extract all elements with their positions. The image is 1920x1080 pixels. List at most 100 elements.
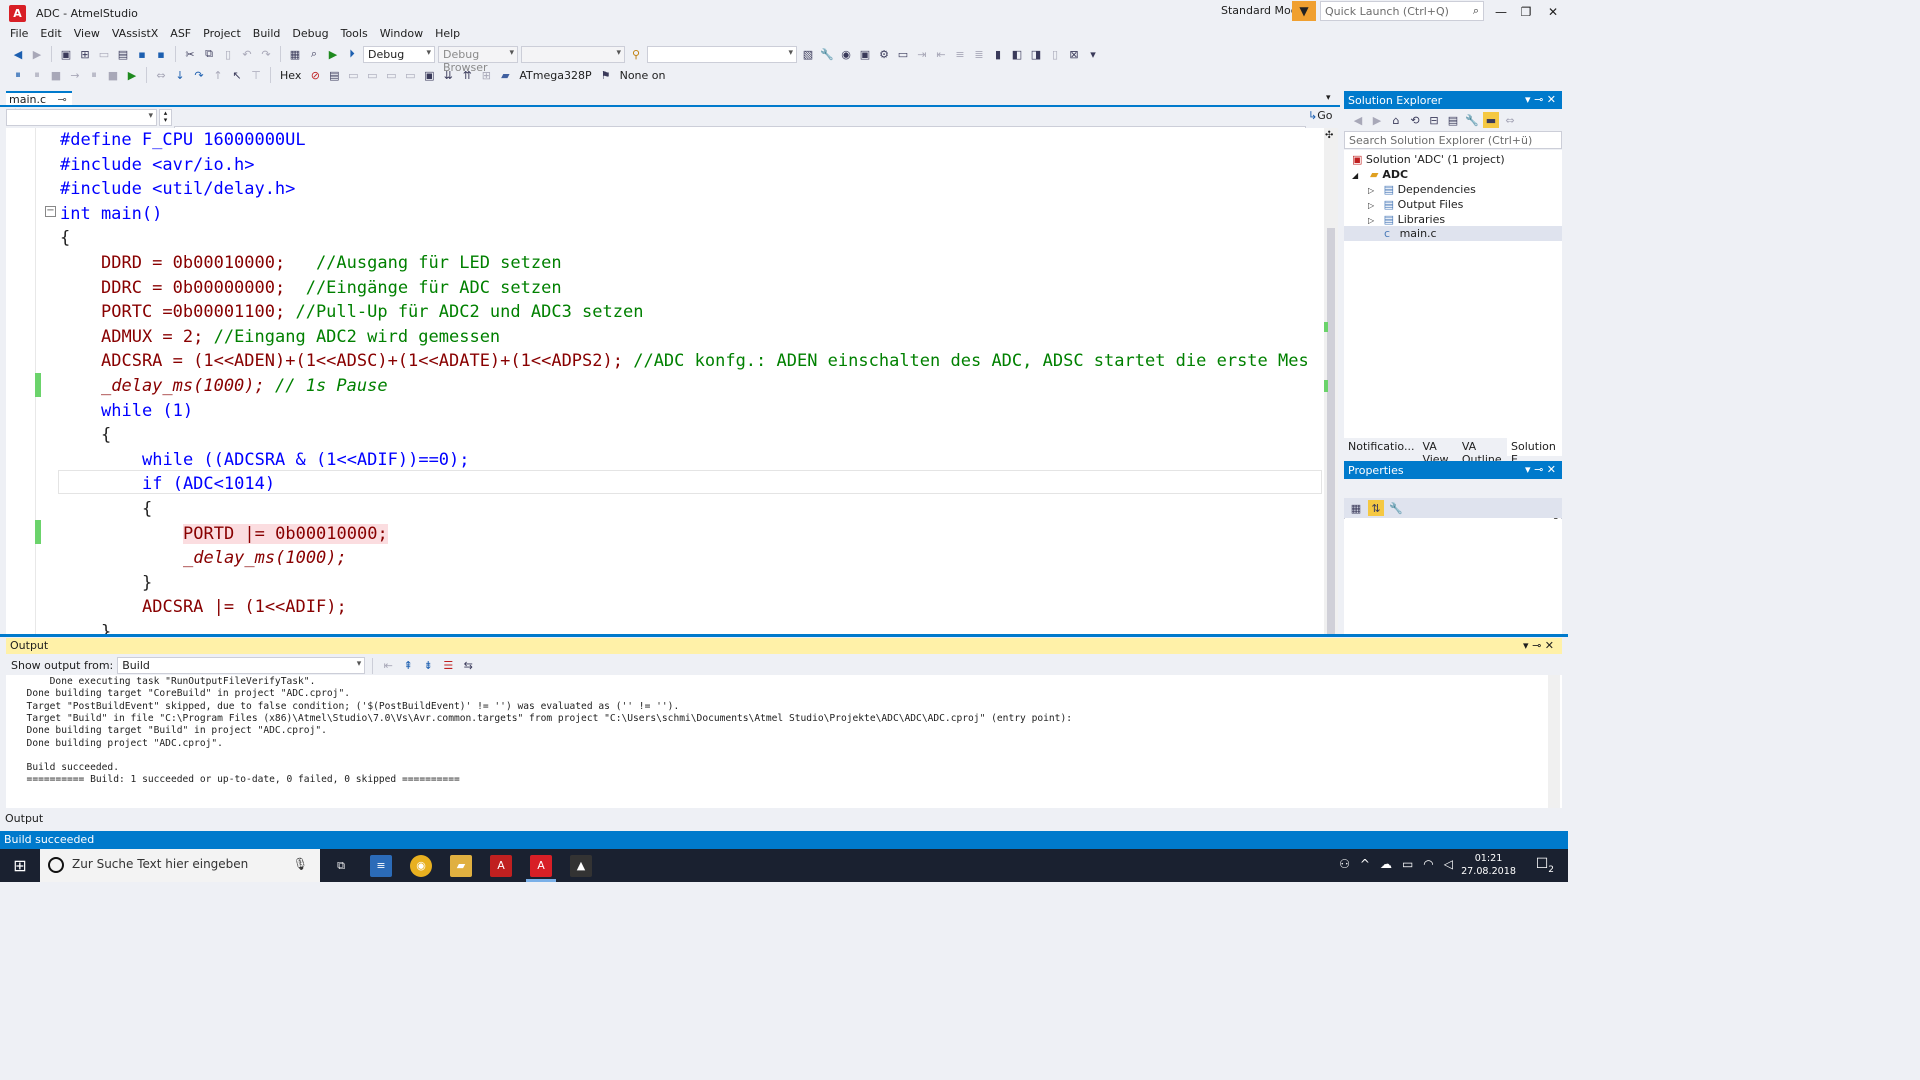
split-icon[interactable]: ✣ (1325, 130, 1333, 141)
filter-icon[interactable]: ▼ (1292, 1, 1316, 21)
debug-browser-select[interactable]: Debug Browser (438, 45, 518, 74)
windows-start-icon[interactable]: ⊞ (0, 849, 40, 882)
start-debugging-icon[interactable]: ▶ (325, 46, 341, 62)
breakpoints-icon[interactable]: ⊘ (307, 67, 323, 83)
tray-chevron-icon[interactable]: ^ (1360, 857, 1370, 871)
memory-icon[interactable]: ▣ (857, 46, 873, 62)
collapsed-icon[interactable]: ▷ (1368, 186, 1374, 195)
collapsed-icon[interactable]: ▷ (1368, 201, 1374, 210)
notification-icon[interactable]: ☐2 (1536, 856, 1554, 875)
atmel-studio-taskbar-icon[interactable]: A (530, 855, 552, 877)
menu-vassistx[interactable]: VAssistX (106, 26, 164, 44)
indent-icon[interactable]: ⇥ (914, 46, 930, 62)
preview-icon[interactable]: ▬ (1483, 112, 1499, 128)
close-button[interactable]: ✕ (1539, 3, 1567, 21)
device-programming-icon[interactable]: ◉ (838, 46, 854, 62)
comment-icon[interactable]: ≡ (952, 46, 968, 62)
tree-project[interactable]: ◢ ▰ ADC (1352, 167, 1408, 182)
configuration-select[interactable]: Debug (363, 45, 435, 63)
start-without-debugging-icon[interactable]: ⏵ (344, 46, 360, 62)
view-code-icon[interactable]: ⇔ (1502, 112, 1518, 128)
next-bookmark-icon[interactable]: ◨ (1028, 46, 1044, 62)
tool-label[interactable]: None on (617, 69, 669, 82)
expand-icon[interactable]: ◢ (1352, 171, 1358, 180)
upload-icon[interactable]: ⇈ (459, 67, 475, 83)
alphabetical-icon[interactable]: ⇅ (1368, 500, 1384, 516)
find-message-icon[interactable]: ⇤ (380, 658, 396, 674)
copy-icon[interactable]: ⧉ (201, 46, 217, 62)
panel-controls[interactable]: ▾ ⊸ ✕ (1523, 639, 1554, 652)
menu-tools[interactable]: Tools (335, 26, 374, 44)
clock[interactable]: 01:21 27.08.2018 (1461, 852, 1516, 878)
open-file-icon[interactable]: ▤ (115, 46, 131, 62)
tab-output[interactable]: Output (5, 812, 43, 825)
chrome-icon[interactable]: ◉ (410, 855, 432, 877)
collapsed-icon[interactable]: ▷ (1368, 216, 1374, 225)
new-project-icon[interactable]: ▣ (58, 46, 74, 62)
tab-overflow-icon[interactable]: ▾ (1326, 93, 1331, 103)
save-icon[interactable]: ▪ (134, 46, 150, 62)
solution-explorer-icon[interactable]: ▧ (800, 46, 816, 62)
watch-icon[interactable]: ▭ (402, 67, 418, 83)
tab-notifications[interactable]: Notificatio... (1344, 438, 1418, 456)
menu-window[interactable]: Window (374, 26, 429, 44)
prev-bookmark-icon[interactable]: ◧ (1009, 46, 1025, 62)
tree-item-dependencies[interactable]: ▷ ▤ Dependencies (1368, 182, 1476, 197)
menu-debug[interactable]: Debug (286, 26, 334, 44)
forward-icon[interactable]: ▶ (29, 46, 45, 62)
solution-explorer-search[interactable]: Search Solution Explorer (Ctrl+ü) (1344, 131, 1562, 149)
wifi-icon[interactable]: ◠ (1423, 857, 1433, 871)
io-view-icon[interactable]: ▣ (421, 67, 437, 83)
processor-icon[interactable]: ⊞ (478, 67, 494, 83)
panel-controls[interactable]: ▾ ⊸ ✕ (1525, 93, 1556, 106)
app-icon-1[interactable]: ≡ (370, 855, 392, 877)
sync-icon[interactable]: ⟲ (1407, 112, 1423, 128)
onedrive-icon[interactable]: ☁ (1380, 857, 1392, 871)
wrench-icon[interactable]: 🔧 (819, 46, 835, 62)
scope-spinner[interactable]: ▴ ▾ (159, 109, 172, 126)
acrobat-icon[interactable]: A (490, 855, 512, 877)
memory-window-icon[interactable]: ▭ (383, 67, 399, 83)
file-explorer-icon[interactable]: ▰ (450, 855, 472, 877)
device-label[interactable]: ATmega328P (516, 69, 594, 82)
window-layout-icon[interactable]: ▭ (895, 46, 911, 62)
toolbar-options-icon[interactable]: ▾ (1085, 46, 1101, 62)
device-icon[interactable]: ▰ (497, 67, 513, 83)
word-wrap-icon[interactable]: ⇆ (460, 658, 476, 674)
stop-debugging-icon[interactable]: ⏸ (86, 67, 102, 83)
continue-icon[interactable]: ▶ (124, 67, 140, 83)
photos-icon[interactable]: ▲ (570, 855, 592, 877)
outdent-icon[interactable]: ⇤ (933, 46, 949, 62)
output-vertical-scrollbar[interactable] (1548, 675, 1560, 808)
properties-icon[interactable]: 🔧 (1464, 112, 1480, 128)
download-icon[interactable]: ⇊ (440, 67, 456, 83)
tool-icon[interactable]: ⚑ (598, 67, 614, 83)
menu-project[interactable]: Project (197, 26, 247, 44)
categorized-icon[interactable]: ▦ (1348, 500, 1364, 516)
stop-icon[interactable]: ■ (48, 67, 64, 83)
tab-solution-explorer[interactable]: Solution E... (1507, 438, 1562, 466)
undo-icon[interactable]: ↶ (239, 46, 255, 62)
tab-va-outline[interactable]: VA Outline (1458, 438, 1507, 466)
power-icon[interactable]: ▭ (1402, 857, 1413, 871)
back-icon[interactable]: ◀ (10, 46, 26, 62)
settings-icon[interactable]: ⚙ (876, 46, 892, 62)
tree-item-libraries[interactable]: ▷ ▤ Libraries (1368, 212, 1445, 227)
platform-select[interactable] (521, 45, 625, 63)
restart-icon[interactable]: → (67, 67, 83, 83)
tree-item-main-c[interactable]: c main.c (1344, 226, 1562, 241)
reset-icon[interactable]: ■ (105, 67, 121, 83)
editor-scroll-thumb[interactable] (1327, 228, 1335, 634)
taskbar-search-box[interactable]: Zur Suche Text hier eingeben 🎙 (40, 849, 320, 882)
bookmark-icon[interactable]: ▮ (990, 46, 1006, 62)
set-next-statement-icon[interactable]: ⊤ (248, 67, 264, 83)
clear-bookmarks-icon[interactable]: ⊠ (1066, 46, 1082, 62)
people-icon[interactable]: ⚇ (1339, 857, 1350, 871)
tree-solution[interactable]: ▣ Solution 'ADC' (1 project) (1352, 152, 1505, 167)
step-out-icon[interactable]: ↑ (210, 67, 226, 83)
collapse-all-icon[interactable]: ⊟ (1426, 112, 1442, 128)
break-all-icon[interactable]: ⏸ (10, 67, 26, 83)
go-to-previous-icon[interactable]: ⇞ (400, 658, 416, 674)
windows-menu-icon[interactable]: ▤ (326, 67, 342, 83)
output-source-select[interactable]: Build (117, 657, 366, 674)
